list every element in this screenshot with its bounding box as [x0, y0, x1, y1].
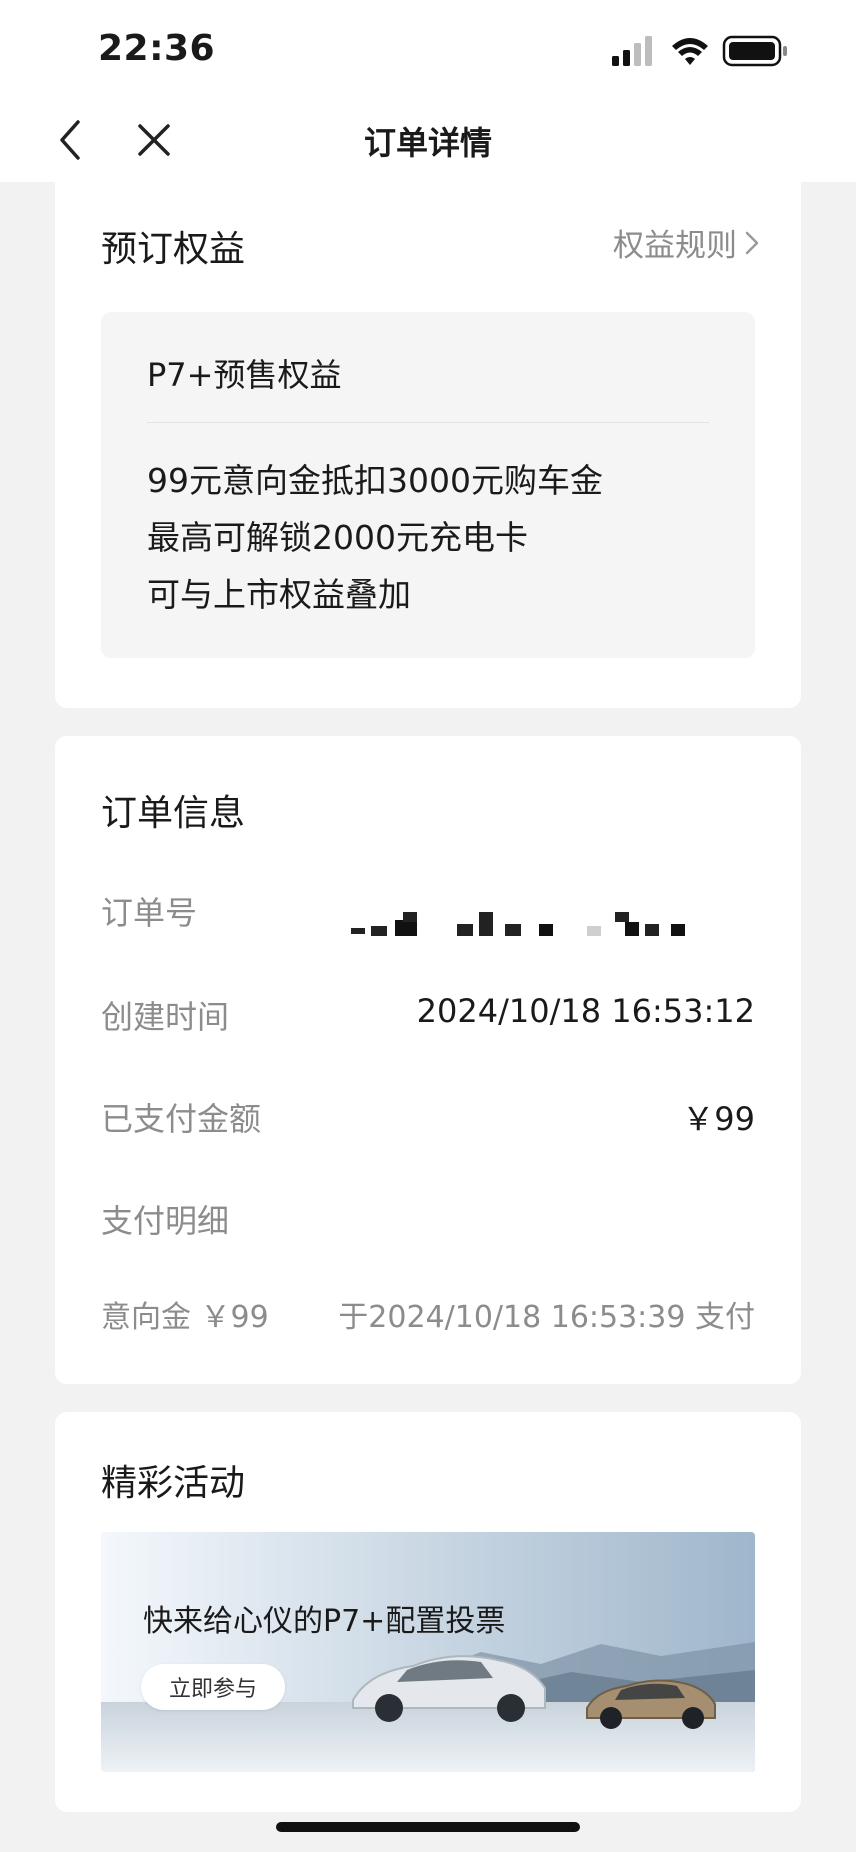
- status-bar: 22:36: [0, 0, 856, 100]
- order-info-title: 订单信息: [101, 793, 246, 834]
- order-number-label: 订单号: [101, 894, 198, 932]
- rules-link-label: 权益规则: [613, 228, 737, 264]
- chevron-right-icon: [745, 231, 759, 254]
- paid-amount-label: 已支付金额: [101, 1100, 262, 1138]
- created-time-value: 2024/10/18 16:53:12: [416, 992, 755, 1030]
- benefit-line: 99元意向金抵扣3000元购车金: [147, 461, 603, 500]
- payment-detail-label: 支付明细: [101, 1202, 230, 1240]
- benefits-rules-link[interactable]: 权益规则: [613, 220, 759, 265]
- banner-text: 快来给心仪的P7+配置投票: [143, 1604, 506, 1639]
- benefits-card: 预订权益 权益规则 P7+预售权益 99元意向金抵扣3000元购车金 最高可解锁…: [55, 180, 801, 708]
- benefit-line: 最高可解锁2000元充电卡: [147, 518, 528, 557]
- payment-detail-item: 意向金 ￥99: [101, 1300, 269, 1335]
- join-now-button[interactable]: 立即参与: [141, 1664, 285, 1710]
- paid-amount-value: ￥99: [682, 1100, 755, 1138]
- benefits-title: 预订权益: [101, 229, 246, 270]
- redaction-pixels: [345, 906, 765, 942]
- status-time: 22:36: [98, 28, 216, 69]
- activity-banner[interactable]: 快来给心仪的P7+配置投票 立即参与: [101, 1532, 755, 1772]
- divider: [147, 422, 709, 423]
- activity-title: 精彩活动: [101, 1463, 246, 1504]
- order-info-card: 订单信息 订单号 创建时间 2024/10/18 16:53:12 已支付金额 …: [55, 736, 801, 1384]
- redacted-order-number: [345, 906, 765, 942]
- activity-card: 精彩活动 快来给心仪的P7+配置投票 立即参与: [55, 1412, 801, 1812]
- benefit-box-title: P7+预售权益: [147, 356, 342, 394]
- benefit-line: 可与上市权益叠加: [147, 575, 411, 614]
- created-time-label: 创建时间: [101, 998, 230, 1036]
- status-icons: [612, 34, 792, 68]
- banner-illustration: [101, 1532, 755, 1772]
- benefit-box: P7+预售权益 99元意向金抵扣3000元购车金 最高可解锁2000元充电卡 可…: [101, 312, 755, 658]
- page-title: 订单详情: [363, 124, 492, 162]
- signal-wifi-battery-icons: [612, 35, 787, 67]
- nav-bar: 订单详情: [0, 100, 856, 182]
- home-indicator[interactable]: [276, 1822, 580, 1832]
- payment-detail-time: 于2024/10/18 16:53:39 支付: [338, 1300, 755, 1335]
